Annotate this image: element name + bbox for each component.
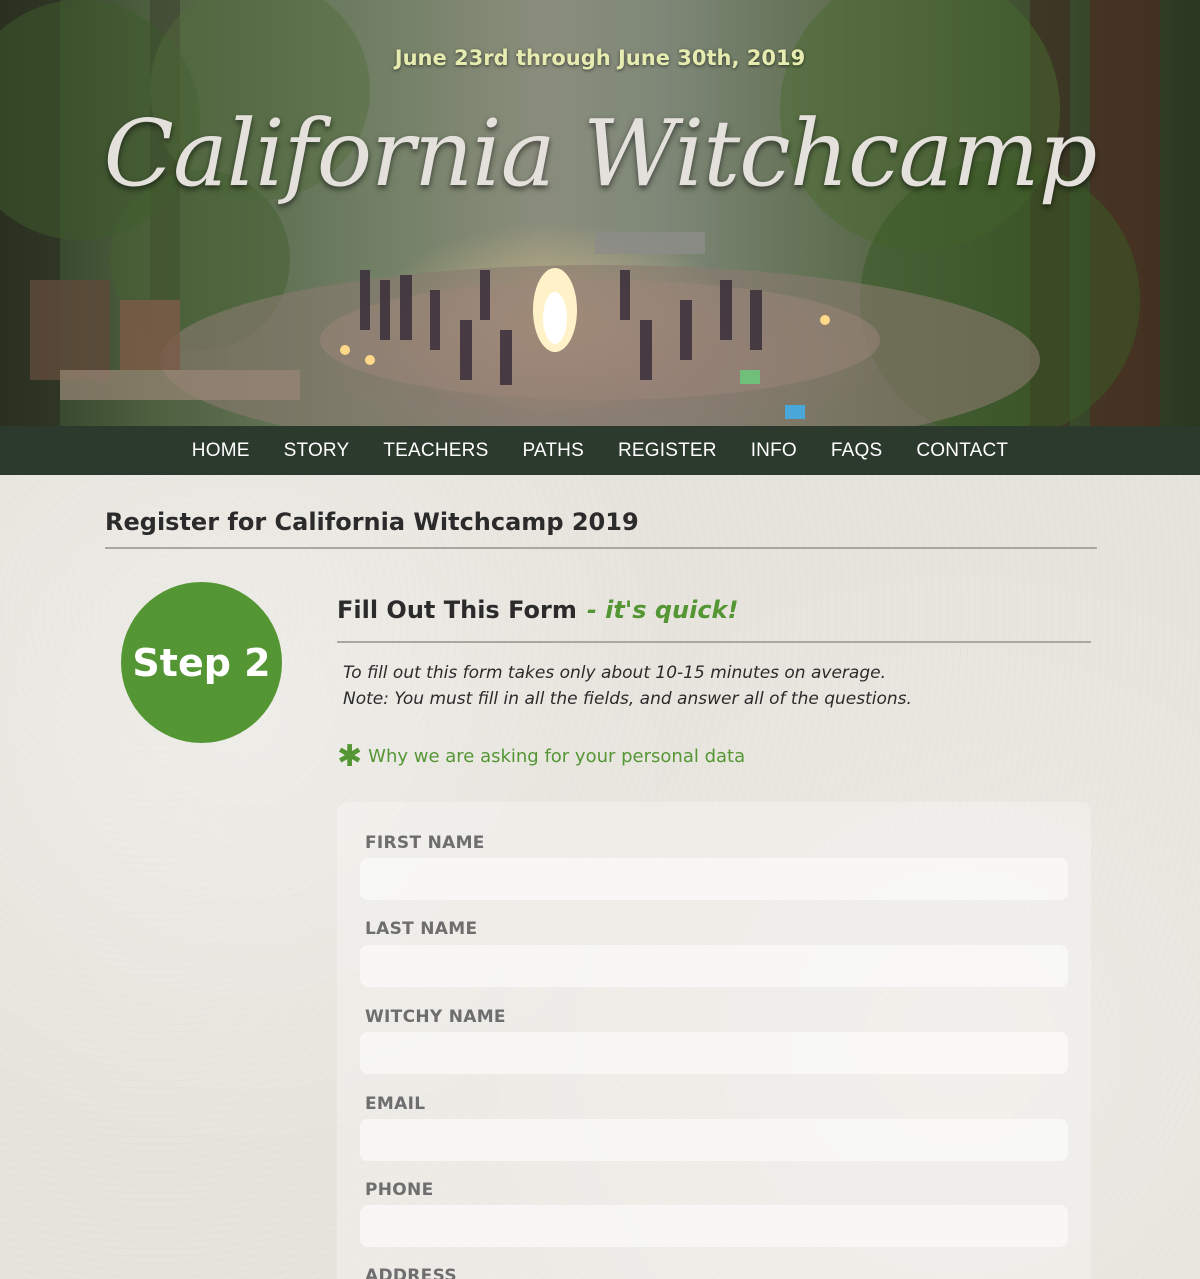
last-name-label: LAST NAME [365, 919, 478, 939]
hero-banner: June 23rd through June 30th, 2019 Califo… [0, 0, 1200, 426]
address-label: ADDRESS [365, 1266, 457, 1279]
email-label: EMAIL [365, 1094, 426, 1114]
step-badge: Step 2 [121, 582, 282, 743]
title-divider [105, 547, 1097, 549]
section-title: Fill Out This Form [337, 596, 577, 624]
event-dates: June 23rd through June 30th, 2019 [394, 46, 806, 70]
intro-duration-text: To fill out this form takes only about 1… [343, 663, 886, 683]
section-divider [337, 641, 1091, 643]
form-intro: To fill out this form takes only about 1… [343, 660, 912, 712]
phone-input[interactable] [360, 1205, 1068, 1247]
first-name-input[interactable] [360, 858, 1068, 900]
nav-story[interactable]: STORY [267, 440, 367, 462]
phone-label: PHONE [365, 1180, 434, 1200]
nav-info[interactable]: INFO [734, 440, 814, 462]
section-tagline: - it's quick! [586, 596, 739, 624]
page-title: Register for California Witchcamp 2019 [105, 508, 639, 536]
privacy-info-label: Why we are asking for your personal data [368, 746, 746, 767]
nav-home[interactable]: HOME [175, 440, 267, 462]
section-heading: Fill Out This Form - it's quick! [337, 596, 738, 624]
privacy-info-link[interactable]: ✱ Why we are asking for your personal da… [337, 738, 746, 774]
last-name-input[interactable] [360, 945, 1068, 987]
nav-faqs[interactable]: FAQS [814, 440, 899, 462]
site-logo-title: California Witchcamp [103, 100, 1098, 207]
nav-teachers[interactable]: TEACHERS [366, 440, 505, 462]
witchy-name-input[interactable] [360, 1032, 1068, 1074]
nav-contact[interactable]: CONTACT [899, 440, 1025, 462]
nav-register[interactable]: REGISTER [601, 440, 734, 462]
email-input[interactable] [360, 1119, 1068, 1161]
intro-note-text: Note: You must fill in all the fields, a… [343, 689, 912, 709]
main-nav: HOME STORY TEACHERS PATHS REGISTER INFO … [0, 426, 1200, 475]
asterisk-icon: ✱ [337, 738, 363, 774]
witchy-name-label: WITCHY NAME [365, 1007, 506, 1027]
nav-paths[interactable]: PATHS [505, 440, 601, 462]
first-name-label: FIRST NAME [365, 833, 485, 853]
